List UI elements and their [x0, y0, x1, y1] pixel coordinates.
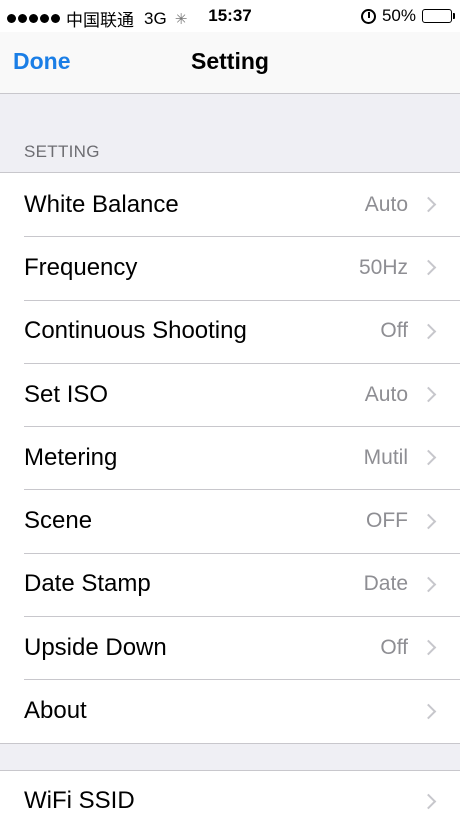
chevron-right-icon	[420, 703, 437, 719]
setting-label: Metering	[24, 443, 118, 471]
setting-value: Auto	[364, 192, 408, 216]
setting-row-upside-down[interactable]: Upside Down Off	[0, 616, 460, 679]
chevron-right-icon	[420, 196, 437, 213]
setting-value: Off	[380, 635, 408, 659]
setting-label: Date Stamp	[24, 570, 151, 598]
alarm-icon	[360, 8, 376, 24]
setting-label: Upside Down	[24, 633, 167, 661]
chevron-right-icon	[420, 323, 437, 340]
setting-value: OFF	[366, 509, 408, 533]
wifi-list: WiFi SSID	[0, 770, 460, 818]
setting-label: About	[24, 697, 87, 725]
setting-row-about[interactable]: About	[0, 679, 460, 742]
setting-row-wifi-ssid[interactable]: WiFi SSID	[0, 771, 460, 818]
chevron-right-icon	[420, 639, 437, 656]
setting-label: Scene	[24, 507, 93, 535]
setting-label: Set ISO	[24, 380, 109, 408]
chevron-right-icon	[420, 576, 437, 593]
setting-row-set-iso[interactable]: Set ISO Auto	[0, 362, 460, 426]
setting-value: Off	[380, 319, 408, 343]
status-right: 50%	[360, 6, 455, 26]
setting-row-date-stamp[interactable]: Date Stamp Date	[0, 552, 460, 616]
chevron-right-icon	[420, 386, 437, 403]
setting-label: Continuous Shooting	[24, 317, 247, 345]
battery-icon	[422, 9, 455, 23]
setting-label: WiFi SSID	[24, 787, 135, 814]
setting-row-metering[interactable]: Metering Mutil	[0, 426, 460, 489]
setting-label: White Balance	[24, 190, 179, 218]
setting-row-white-balance[interactable]: White Balance Auto	[0, 173, 460, 236]
setting-value: Date	[363, 572, 408, 596]
battery-percent: 50%	[381, 6, 416, 25]
setting-value: 50Hz	[358, 255, 408, 279]
chevron-right-icon	[420, 793, 437, 809]
setting-row-scene[interactable]: Scene OFF	[0, 489, 460, 552]
status-bar: 中国联通 3G ✳ 15:37 50%	[0, 0, 460, 32]
settings-list: White Balance Auto Frequency 50Hz Contin…	[0, 172, 460, 744]
chevron-right-icon	[420, 513, 437, 529]
setting-row-continuous-shooting[interactable]: Continuous Shooting Off	[0, 299, 460, 363]
setting-value: Auto	[364, 382, 408, 406]
setting-row-frequency[interactable]: Frequency 50Hz	[0, 236, 460, 299]
chevron-right-icon	[420, 450, 437, 466]
setting-label: Frequency	[24, 253, 138, 281]
page-title: Setting	[191, 48, 269, 74]
navigation-bar: Done Setting	[0, 32, 460, 94]
setting-value: Mutil	[363, 445, 408, 469]
chevron-right-icon	[420, 260, 437, 276]
section-header: SETTING	[24, 142, 100, 161]
